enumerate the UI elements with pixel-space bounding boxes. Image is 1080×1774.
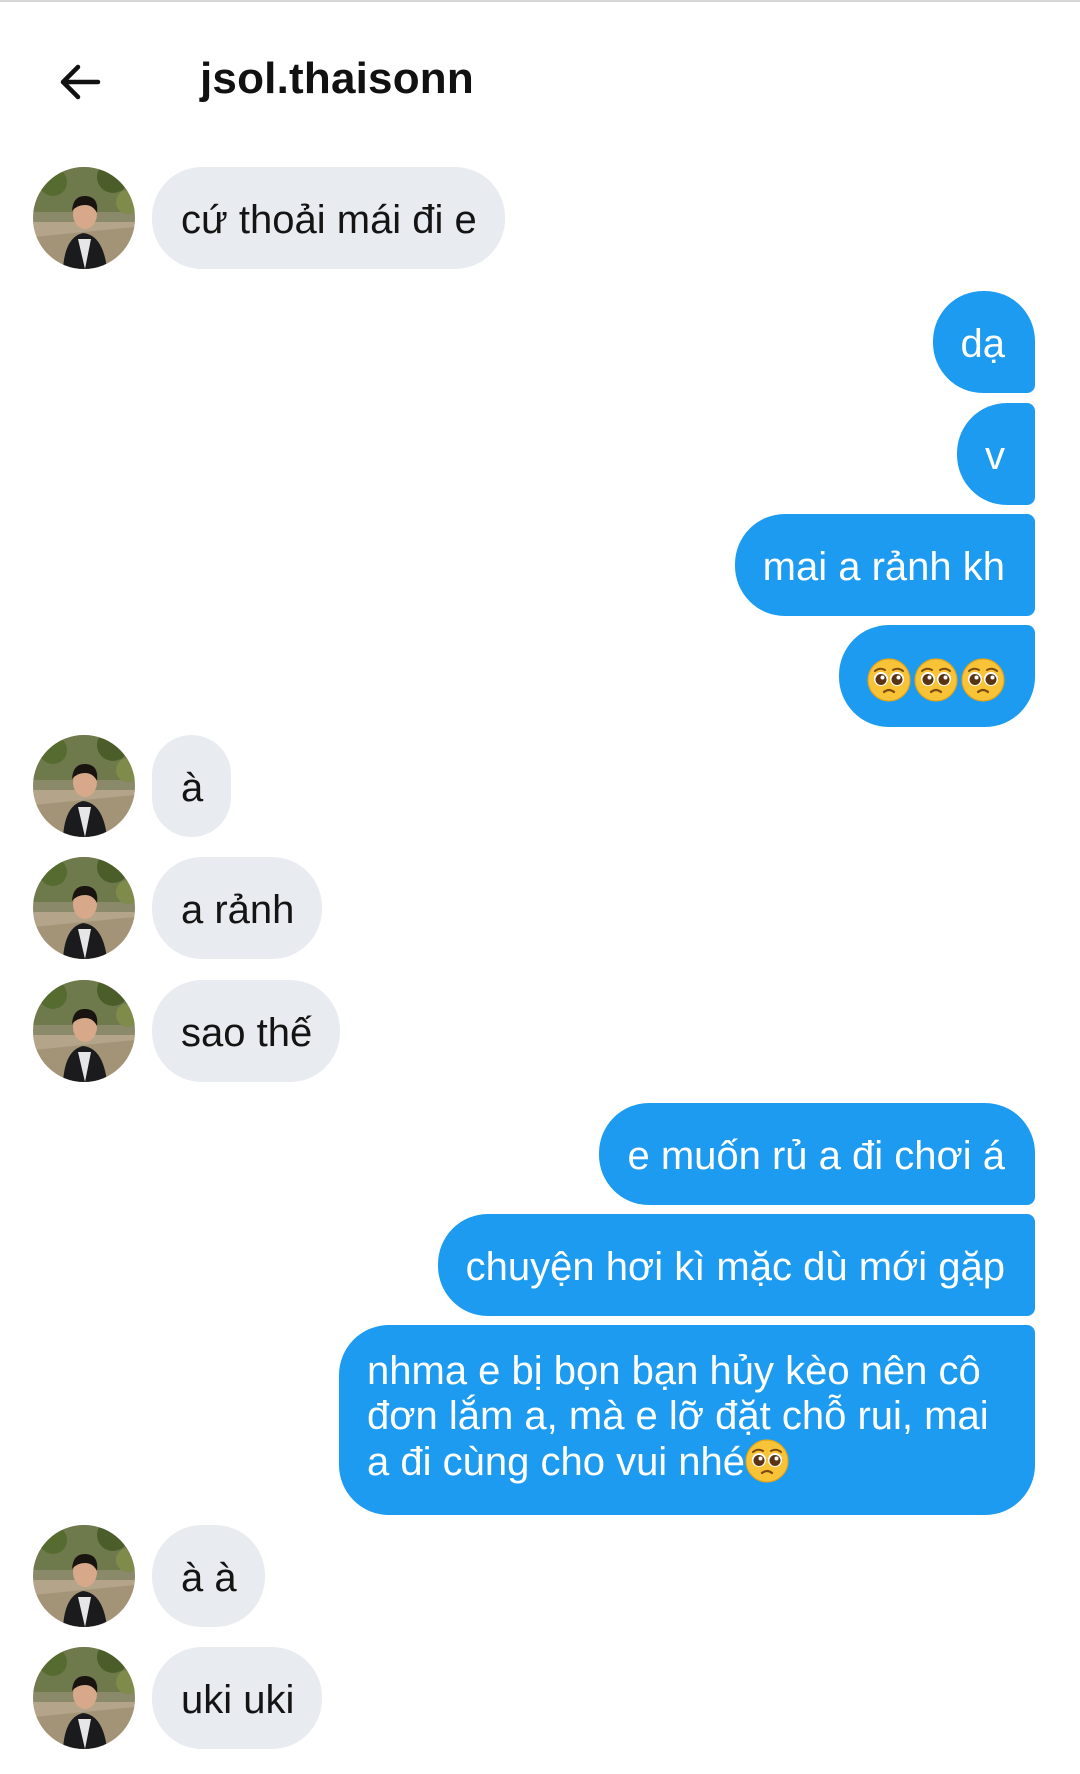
pleading-face-icon: [867, 658, 911, 702]
chat-header: jsol.thaisonn: [0, 2, 1080, 162]
message-text: cứ thoải mái đi e: [181, 198, 477, 242]
incoming-message-bubble[interactable]: sao thế: [152, 980, 341, 1082]
avatar[interactable]: [33, 167, 135, 269]
outgoing-message-bubble[interactable]: mai a rảnh kh: [734, 514, 1035, 616]
pleading-face-icon: [914, 658, 958, 702]
incoming-message-bubble[interactable]: à: [152, 735, 232, 837]
message-text: à: [181, 766, 204, 810]
message-text: v: [985, 434, 1005, 478]
outgoing-message-bubble[interactable]: nhma e bị bọn bạn hủy kèo nên cô đơn lắm…: [339, 1325, 1035, 1515]
message-text: a rảnh: [181, 888, 295, 932]
chat-title[interactable]: jsol.thaisonn: [200, 54, 474, 104]
chat-screen: jsol.thaisonn cứ thoải mái đi e dạ v mai…: [0, 0, 1080, 1774]
message-text: chuyện hơi kì mặc dù mới gặp: [465, 1245, 1005, 1289]
message-text: nhma e bị bọn bạn hủy kèo nên cô đơn lắm…: [367, 1349, 989, 1484]
avatar[interactable]: [33, 1525, 135, 1627]
pleading-face-icon: [961, 658, 1005, 702]
avatar[interactable]: [33, 980, 135, 1082]
arrow-left-icon: [60, 64, 101, 100]
message-text: dạ: [960, 322, 1006, 366]
message-text: à à: [181, 1556, 237, 1600]
back-button[interactable]: [40, 42, 120, 122]
incoming-message-bubble[interactable]: à à: [152, 1525, 265, 1627]
incoming-message-bubble[interactable]: cứ thoải mái đi e: [152, 167, 505, 269]
message-text: mai a rảnh kh: [762, 545, 1005, 589]
pleading-face-icon: [745, 1439, 789, 1483]
avatar[interactable]: [33, 735, 135, 837]
message-text: e muốn rủ a đi chơi á: [627, 1134, 1005, 1178]
incoming-message-bubble[interactable]: uki uki: [152, 1647, 323, 1749]
outgoing-emoji-bubble[interactable]: [839, 625, 1035, 727]
avatar[interactable]: [33, 857, 135, 959]
outgoing-message-bubble[interactable]: chuyện hơi kì mặc dù mới gặp: [437, 1214, 1035, 1316]
incoming-message-bubble[interactable]: a rảnh: [152, 857, 323, 959]
avatar[interactable]: [33, 1647, 135, 1749]
message-text: sao thế: [181, 1011, 313, 1055]
message-text: uki uki: [181, 1678, 295, 1722]
outgoing-message-bubble[interactable]: e muốn rủ a đi chơi á: [599, 1103, 1035, 1205]
outgoing-message-bubble[interactable]: v: [957, 403, 1035, 505]
outgoing-message-bubble[interactable]: dạ: [932, 291, 1035, 393]
emoji-row: [867, 656, 1005, 702]
